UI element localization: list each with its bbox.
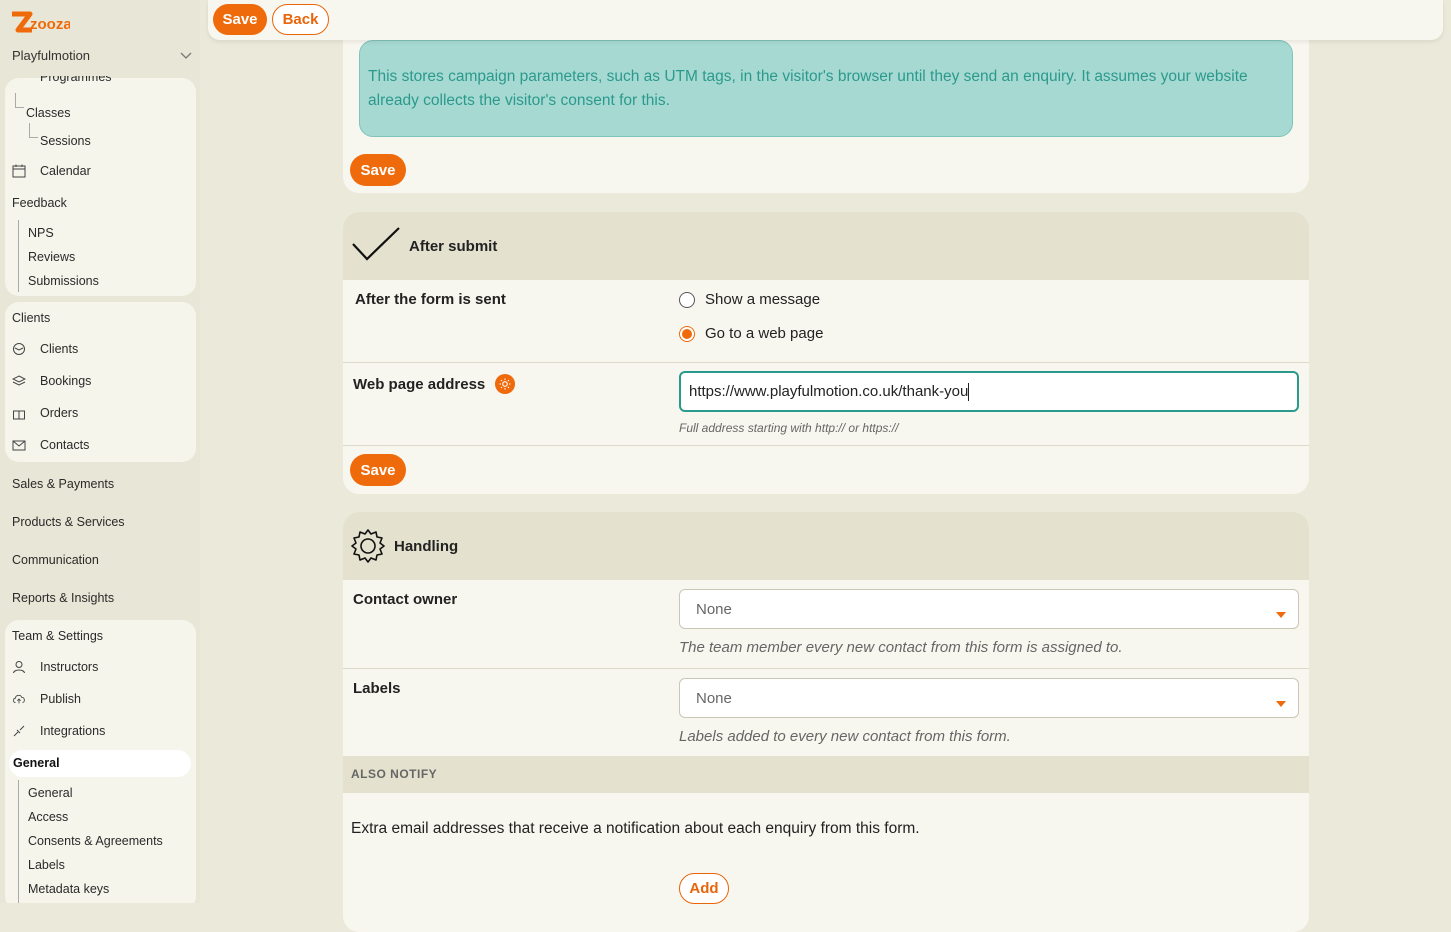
tree-line xyxy=(18,220,19,292)
caret-down-icon xyxy=(1276,605,1286,622)
sidebar-item-access[interactable]: Access xyxy=(28,810,68,824)
sidebar-item-bookings[interactable]: Bookings xyxy=(12,374,91,388)
web-address-label-wrap: Web page address xyxy=(353,374,516,394)
web-address-hint: Full address starting with http:// or ht… xyxy=(679,421,899,435)
labels-label: Labels xyxy=(353,680,401,697)
sidebar-item-reviews[interactable]: Reviews xyxy=(28,250,75,264)
form-sent-row: After the form is sent Show a message Go… xyxy=(343,280,1309,362)
sidebar-section-products[interactable]: Products & Services xyxy=(12,515,125,529)
after-submit-panel: After submit After the form is sent Show… xyxy=(343,212,1309,494)
sidebar-section-communication[interactable]: Communication xyxy=(12,553,99,567)
web-address-row: Web page address https://www.playfulmoti… xyxy=(343,362,1309,446)
radio-circle[interactable] xyxy=(679,291,695,308)
cloud-upload-icon xyxy=(12,692,26,706)
handling-header: Handling xyxy=(343,512,1309,580)
account-name: Playfulmotion xyxy=(12,48,91,63)
after-submit-header: After submit xyxy=(343,212,1309,280)
sidebar-item-contacts[interactable]: Contacts xyxy=(12,438,89,452)
sidebar-item-consents[interactable]: Consents & Agreements xyxy=(28,834,163,848)
sidebar-item-labels[interactable]: Labels xyxy=(28,858,65,872)
sidebar-section-reports[interactable]: Reports & Insights xyxy=(12,591,114,605)
radio-circle-selected[interactable] xyxy=(679,325,695,342)
person-icon xyxy=(12,76,26,90)
sidebar-section-feedback[interactable]: Feedback xyxy=(12,196,67,210)
sun-icon[interactable] xyxy=(495,374,516,394)
tree-line xyxy=(15,93,24,108)
sidebar-item-publish[interactable]: Publish xyxy=(12,692,81,706)
save-button[interactable]: Save xyxy=(213,4,267,35)
sidebar-item-nps[interactable]: NPS xyxy=(28,226,54,240)
sidebar-item-clients[interactable]: Clients xyxy=(12,342,78,356)
link-icon xyxy=(12,724,26,738)
add-email-button[interactable]: Add xyxy=(679,873,729,904)
back-button[interactable]: Back xyxy=(272,4,329,35)
also-notify-header: ALSO NOTIFY xyxy=(343,756,1309,793)
person-icon xyxy=(12,660,26,674)
contact-owner-hint: The team member every new contact from t… xyxy=(679,639,1123,656)
layers-icon xyxy=(12,374,26,388)
contact-owner-row: Contact owner None The team member every… xyxy=(343,580,1309,668)
campaign-info-box: This stores campaign parameters, such as… xyxy=(359,40,1293,137)
caret-down-icon xyxy=(1276,694,1286,711)
sidebar-item-orders[interactable]: Orders xyxy=(12,406,78,420)
web-address-input[interactable]: https://www.playfulmotion.co.uk/thank-yo… xyxy=(679,371,1299,412)
radio-show-message[interactable]: Show a message xyxy=(679,291,820,308)
sidebar-item-instructors[interactable]: Instructors xyxy=(12,660,98,674)
also-notify-text: Extra email addresses that receive a not… xyxy=(351,820,920,837)
sidebar: zooza Playfulmotion Programmes Classes S… xyxy=(0,0,200,903)
sidebar-section-general[interactable]: General xyxy=(13,756,60,770)
checkmark-icon xyxy=(351,226,401,267)
labels-hint: Labels added to every new contact from t… xyxy=(679,728,1011,745)
handling-title: Handling xyxy=(394,537,459,555)
logo-text: zooza xyxy=(30,16,70,33)
tree-line xyxy=(29,123,38,138)
sidebar-section-team[interactable]: Team & Settings xyxy=(12,629,103,643)
after-submit-save-button[interactable]: Save xyxy=(350,454,406,486)
top-toolbar: Save Back xyxy=(208,0,1443,40)
envelope-icon xyxy=(12,438,26,452)
labels-select[interactable]: None xyxy=(679,678,1299,718)
clients-icon xyxy=(12,342,26,356)
sidebar-item-general[interactable]: General xyxy=(28,786,72,800)
campaign-save-button[interactable]: Save xyxy=(350,154,406,186)
account-switcher[interactable]: Playfulmotion xyxy=(12,48,192,63)
handling-panel: Handling Contact owner None The team mem… xyxy=(343,512,1309,932)
sidebar-item-metadata-keys[interactable]: Metadata keys xyxy=(28,882,109,896)
sidebar-item-submissions[interactable]: Submissions xyxy=(28,274,99,288)
after-submit-save-row: Save xyxy=(343,445,1309,494)
sidebar-item-calendar[interactable]: Calendar xyxy=(12,164,91,178)
gear-icon xyxy=(350,528,386,564)
sidebar-item-programmes[interactable]: Programmes xyxy=(12,76,112,90)
after-submit-title: After submit xyxy=(409,237,498,255)
tree-line xyxy=(18,780,19,903)
chevron-down-icon xyxy=(180,48,192,63)
calendar-icon xyxy=(12,164,26,178)
sidebar-item-sessions[interactable]: Sessions xyxy=(40,134,91,148)
contact-owner-label: Contact owner xyxy=(353,591,458,608)
contact-owner-select[interactable]: None xyxy=(679,589,1299,629)
form-sent-label: After the form is sent xyxy=(355,291,506,308)
sidebar-section-sales[interactable]: Sales & Payments xyxy=(12,477,114,491)
zooza-logo[interactable]: zooza xyxy=(10,10,72,41)
web-address-label: Web page address xyxy=(353,375,486,393)
gift-icon xyxy=(12,406,26,420)
labels-row: Labels None Labels added to every new co… xyxy=(343,668,1309,757)
sidebar-item-integrations[interactable]: Integrations xyxy=(12,724,105,738)
text-cursor xyxy=(968,382,970,401)
sidebar-item-classes[interactable]: Classes xyxy=(26,106,70,120)
radio-go-to-web-page[interactable]: Go to a web page xyxy=(679,325,823,342)
sidebar-section-clients[interactable]: Clients xyxy=(12,311,50,325)
